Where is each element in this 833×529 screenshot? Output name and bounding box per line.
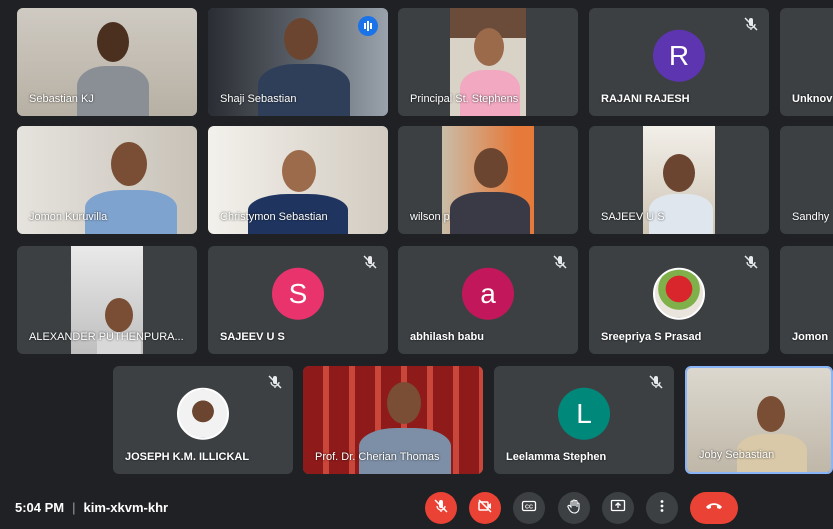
participant-tile[interactable]: Jomon (780, 246, 833, 354)
participant-name: Jomon Kuruvilla (29, 211, 108, 223)
participant-name: abhilash babu (410, 331, 484, 343)
participant-name: Leelamma Stephen (506, 451, 607, 463)
participant-name: Prof. Dr. Cherian Thomas (315, 451, 440, 463)
meeting-info: 5:04 PM | kim-xkvm-khr (15, 500, 168, 515)
participant-avatar: S (272, 267, 324, 320)
participant-tile[interactable]: Jomon Kuruvilla (17, 126, 197, 234)
mic-toggle-button[interactable] (425, 492, 457, 524)
participant-tile[interactable]: Sandhy (780, 126, 833, 234)
participant-tile[interactable]: a abhilash babu (398, 246, 578, 354)
participant-tile[interactable]: Sebastian KJ (17, 8, 197, 116)
mic-off-icon (743, 16, 759, 32)
participant-tile[interactable]: Prof. Dr. Cherian Thomas (303, 366, 483, 474)
mic-off-icon (433, 498, 449, 519)
speaking-indicator-icon (358, 16, 378, 36)
hang-up-icon (704, 499, 724, 517)
more-options-button[interactable] (646, 492, 678, 524)
participant-tile[interactable]: S SAJEEV U S (208, 246, 388, 354)
participant-avatar: a (462, 267, 514, 320)
participant-video (450, 144, 530, 234)
meeting-code[interactable]: kim-xkvm-khr (84, 500, 169, 515)
participant-name: SAJEEV U S (220, 331, 285, 343)
participant-avatar: R (653, 29, 705, 82)
participant-name: Sreepriya S Prasad (601, 331, 702, 343)
participant-tile[interactable]: Joby Sebastian (685, 366, 833, 474)
participant-tile[interactable]: Shaji Sebastian (208, 8, 388, 116)
participant-name: SAJEEV U S (601, 211, 665, 223)
participant-name: Sebastian KJ (29, 93, 94, 105)
participant-name: ALEXANDER PUTHENPURA... (29, 331, 184, 343)
mic-off-icon (552, 254, 568, 270)
participant-photo (177, 387, 229, 440)
mic-off-icon (267, 374, 283, 390)
participant-name: Sandhy (792, 211, 830, 223)
participant-tile[interactable]: ALEXANDER PUTHENPURA... (17, 246, 197, 354)
current-time: 5:04 PM (15, 500, 65, 515)
participant-tile[interactable]: wilson p (398, 126, 578, 234)
participant-video (737, 394, 807, 472)
participant-name: Christymon Sebastian (220, 211, 328, 223)
participant-tile[interactable]: JOSEPH K.M. ILLICKAL (113, 366, 293, 474)
mic-off-icon (743, 254, 759, 270)
participant-name: JOSEPH K.M. ILLICKAL (125, 451, 250, 463)
participant-tile[interactable]: Christymon Sebastian (208, 126, 388, 234)
participant-name: RAJANI RAJESH (601, 93, 690, 105)
raise-hand-button[interactable] (558, 492, 590, 524)
separator: | (72, 500, 76, 515)
participant-name: Jomon (792, 331, 829, 343)
participant-avatar: L (558, 387, 610, 440)
participant-video (97, 296, 141, 354)
present-screen-icon (610, 498, 626, 519)
participant-tile[interactable]: L Leelamma Stephen (494, 366, 674, 474)
raise-hand-icon (566, 498, 582, 519)
bottom-bar: 5:04 PM | kim-xkvm-khr CC (0, 485, 833, 529)
mic-off-icon (362, 254, 378, 270)
participant-name: Principal St. Stephens (410, 93, 519, 105)
camera-off-icon (477, 498, 493, 519)
participant-tile[interactable]: Unknov (780, 8, 833, 116)
participant-tile[interactable]: R RAJANI RAJESH (589, 8, 769, 116)
camera-toggle-button[interactable] (469, 492, 501, 524)
participant-name: Shaji Sebastian (220, 93, 297, 105)
mic-off-icon (648, 374, 664, 390)
svg-text:CC: CC (525, 504, 533, 510)
captions-icon: CC (521, 498, 537, 519)
participant-name: Unknov (792, 93, 833, 105)
participant-name: Joby Sebastian (699, 449, 775, 461)
participant-tile[interactable]: SAJEEV U S (589, 126, 769, 234)
participant-photo (653, 267, 705, 320)
present-screen-button[interactable] (602, 492, 634, 524)
leave-call-button[interactable] (690, 492, 738, 524)
more-options-icon (654, 498, 670, 519)
captions-button[interactable]: CC (513, 492, 545, 524)
participant-name: wilson p (410, 211, 450, 223)
participant-tile[interactable]: Sreepriya S Prasad (589, 246, 769, 354)
participant-tile[interactable]: Principal St. Stephens (398, 8, 578, 116)
